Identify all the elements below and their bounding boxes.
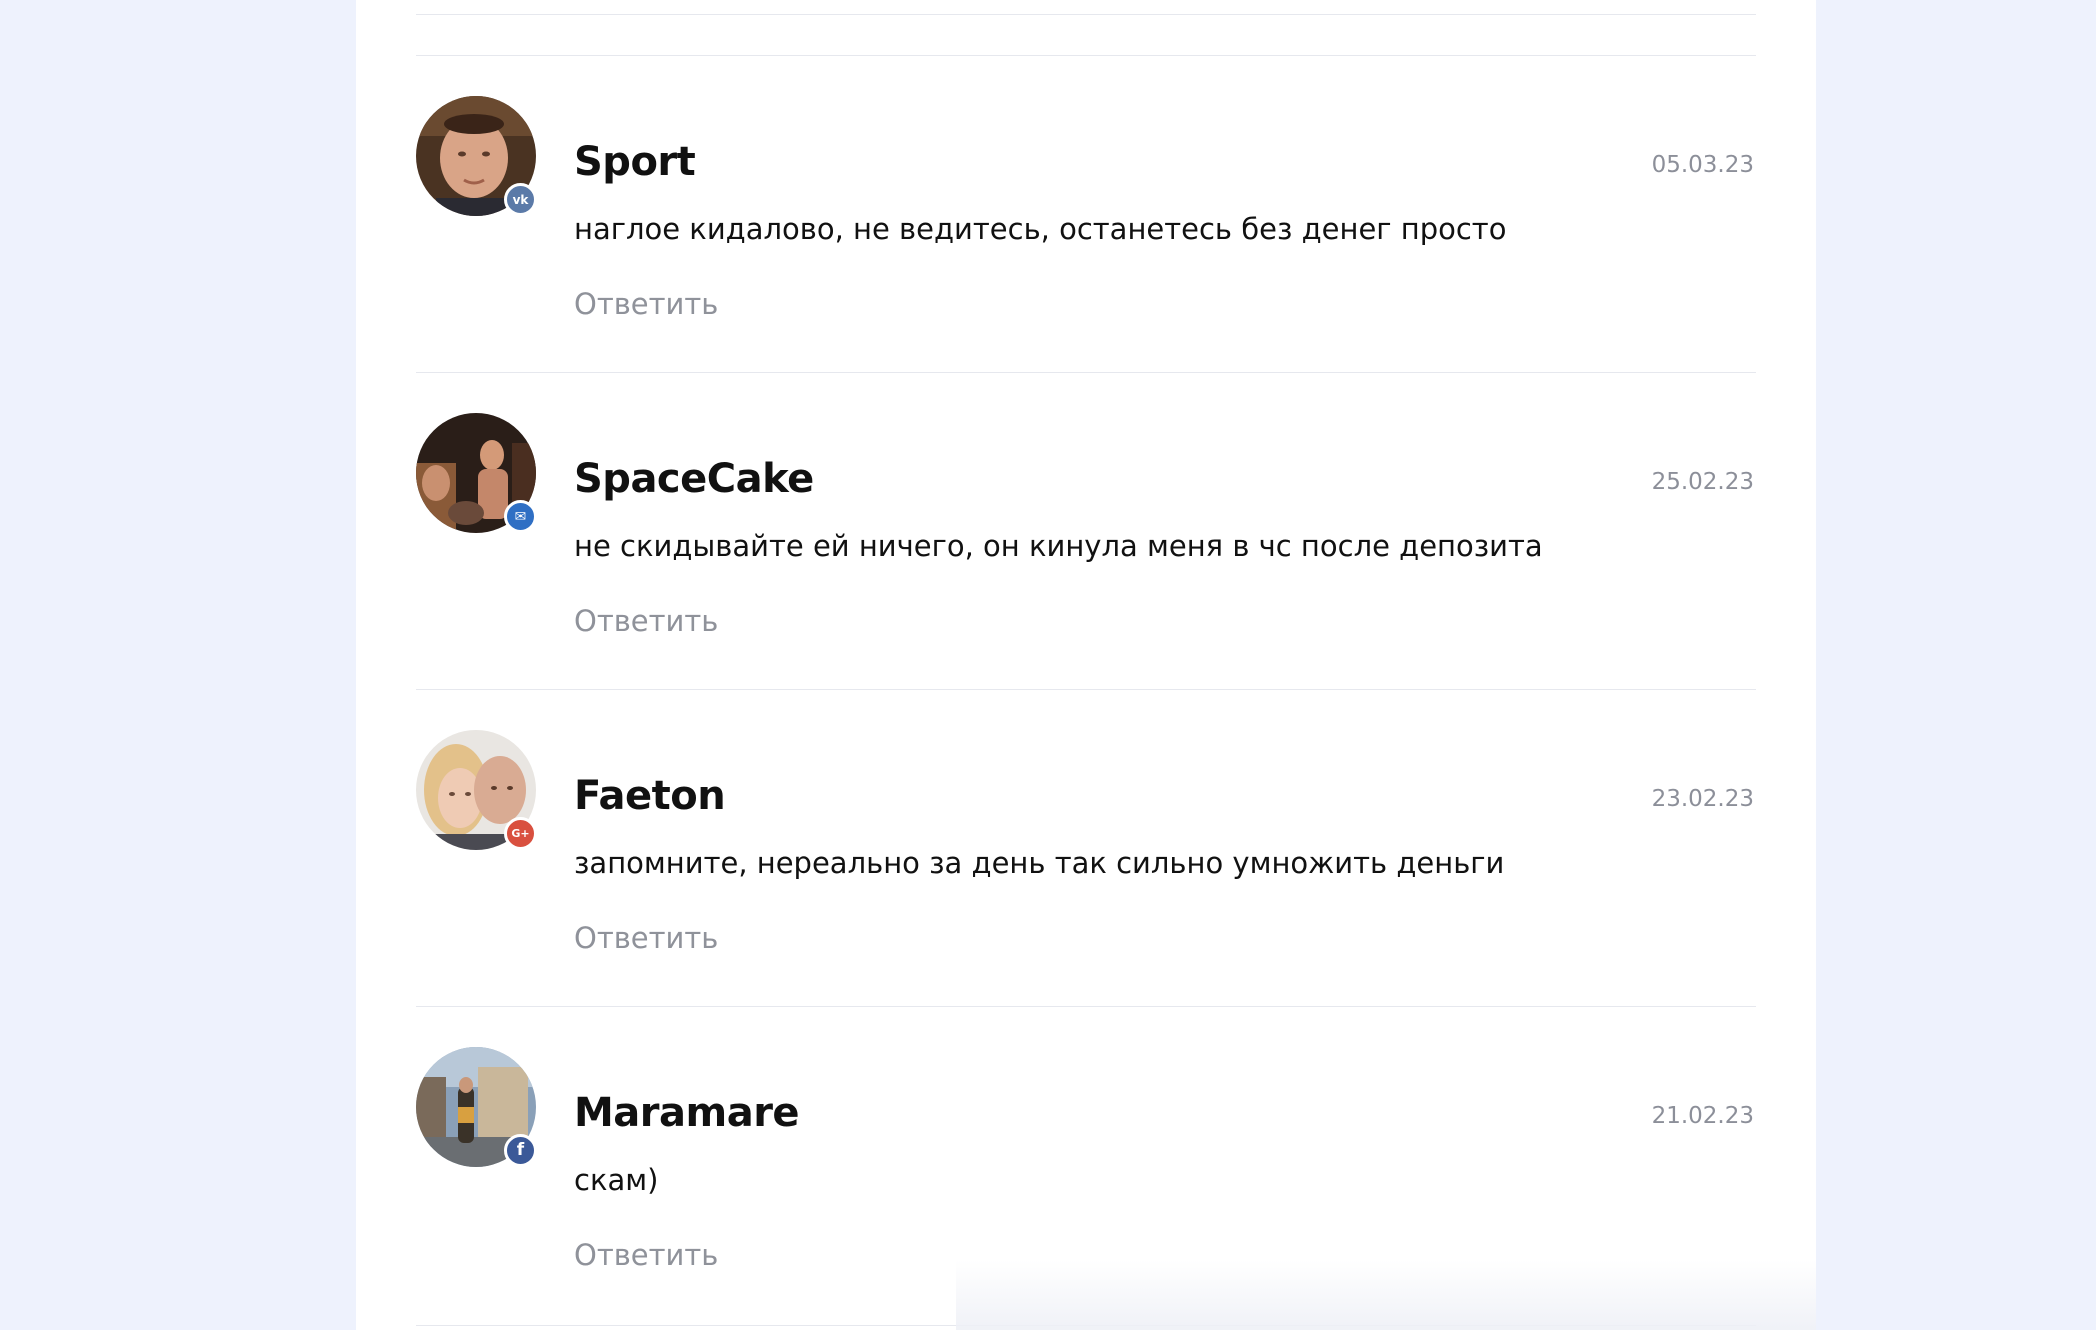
comment-author: Sport — [574, 139, 696, 185]
divider — [416, 14, 1756, 15]
avatar-container: G+ — [416, 730, 537, 850]
comment-date: 23.02.23 — [1651, 786, 1754, 812]
reply-button[interactable]: Ответить — [574, 1237, 718, 1275]
reply-button[interactable]: Ответить — [574, 920, 718, 958]
comment-date: 05.03.23 — [1651, 152, 1754, 178]
comment-item: G+ Faeton 23.02.23 запомните, нереально … — [416, 689, 1756, 1006]
comment-author: Maramare — [574, 1090, 800, 1136]
comments-panel: vk Sport 05.03.23 наглое кидалово, не ве… — [356, 0, 1816, 1330]
google-plus-icon: G+ — [504, 817, 537, 850]
avatar-container: f — [416, 1047, 537, 1167]
avatar-container: ✉ — [416, 413, 537, 533]
comment-text: запомните, нереально за день так сильно … — [574, 846, 1505, 880]
comment-date: 25.02.23 — [1651, 469, 1754, 495]
divider — [416, 1325, 1756, 1326]
comment-author: SpaceCake — [574, 456, 814, 502]
comment-item: vk Sport 05.03.23 наглое кидалово, не ве… — [416, 55, 1756, 372]
mail-icon: ✉ — [504, 500, 537, 533]
comment-text: не скидывайте ей ничего, он кинула меня … — [574, 529, 1543, 563]
reply-button[interactable]: Ответить — [574, 286, 718, 324]
comment-author: Faeton — [574, 773, 726, 819]
vk-icon: vk — [504, 183, 537, 216]
avatar-container: vk — [416, 96, 537, 216]
comment-text: скам) — [574, 1163, 659, 1197]
reply-button[interactable]: Ответить — [574, 603, 718, 641]
comment-item: f Maramare 21.02.23 скам) Ответить — [416, 1006, 1756, 1323]
comment-text: наглое кидалово, не ведитесь, останетесь… — [574, 212, 1507, 246]
facebook-icon: f — [504, 1134, 537, 1167]
comment-item: ✉ SpaceCake 25.02.23 не скидывайте ей ни… — [416, 372, 1756, 689]
comment-date: 21.02.23 — [1651, 1103, 1754, 1129]
